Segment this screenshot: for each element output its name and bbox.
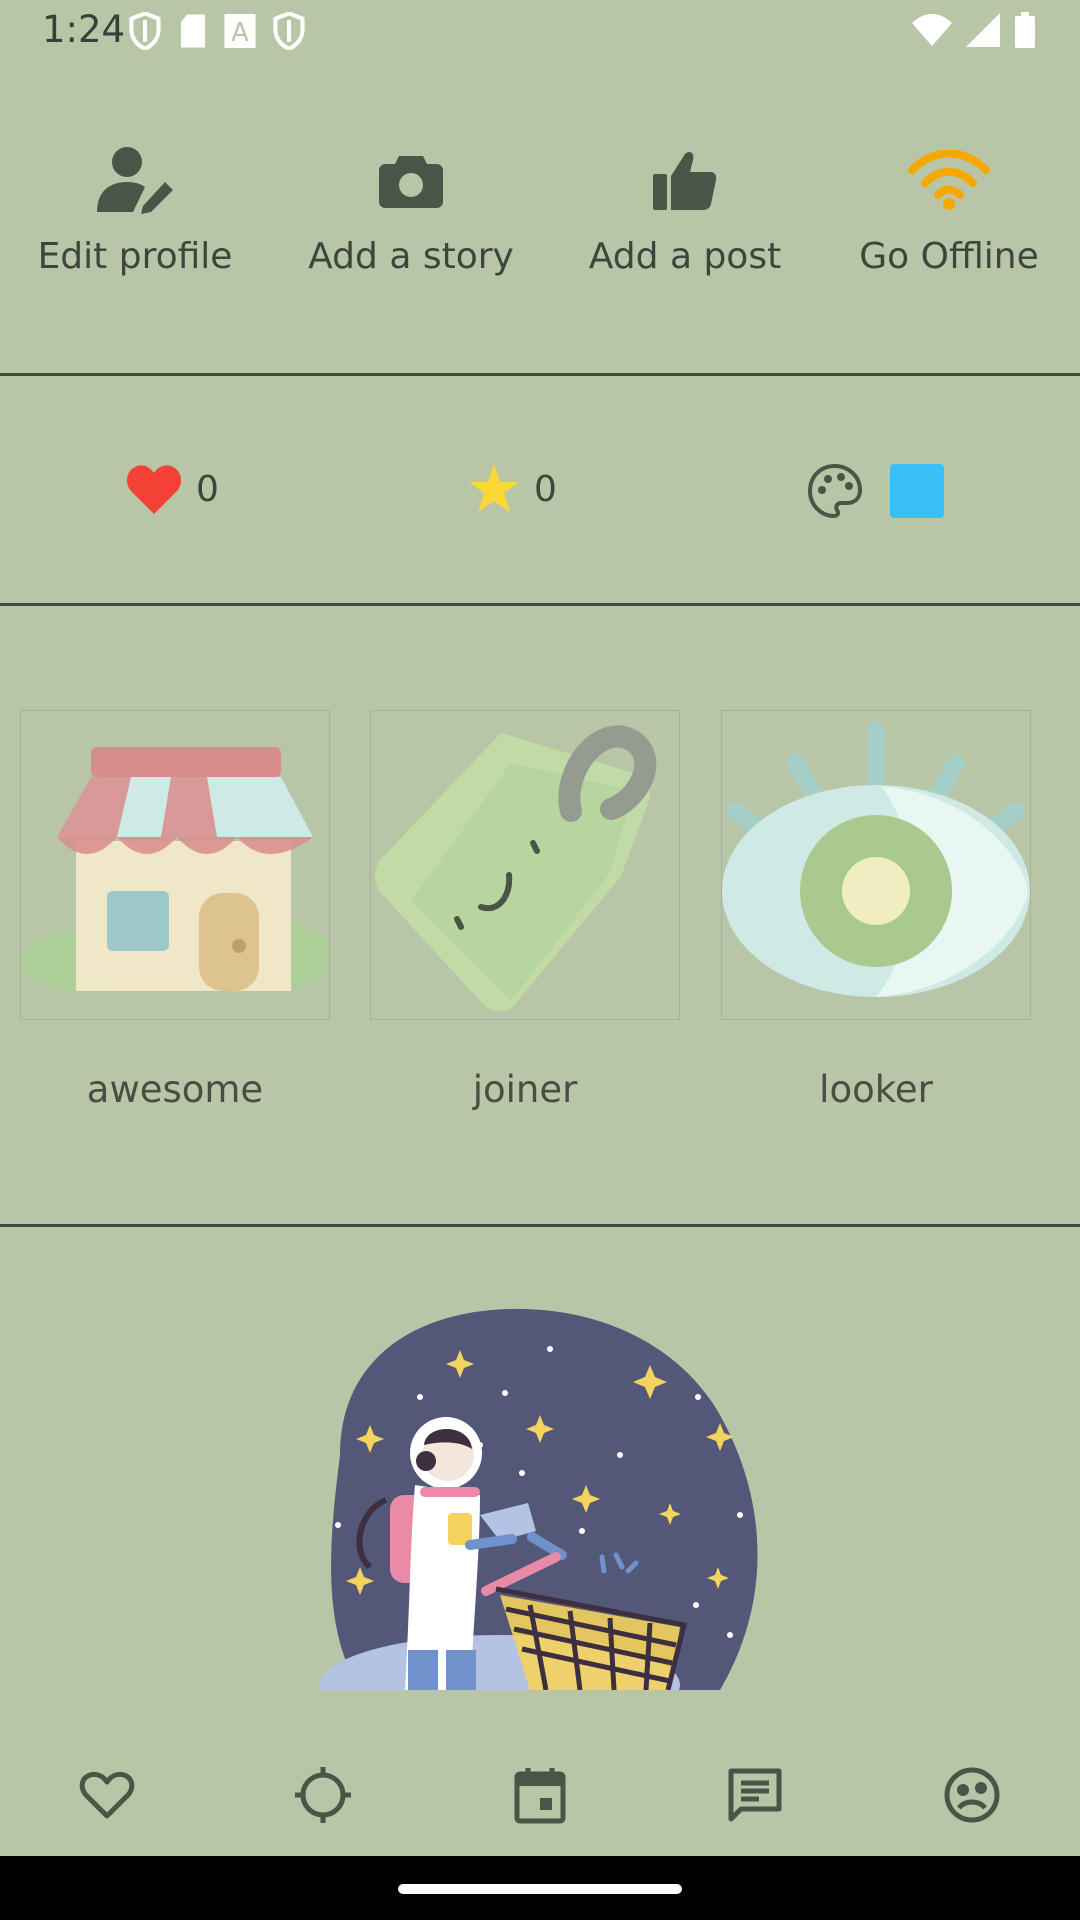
mask-icon bbox=[944, 1767, 1000, 1823]
go-offline-label: Go Offline bbox=[859, 236, 1039, 277]
badge-caption: looker bbox=[819, 1068, 933, 1111]
stars-stat[interactable]: 0 bbox=[468, 464, 557, 514]
signal-icon bbox=[966, 13, 1000, 47]
stats-row: 0 0 bbox=[0, 378, 1080, 604]
badge-looker[interactable]: looker bbox=[721, 710, 1031, 1111]
palette-icon bbox=[808, 464, 862, 518]
thumbs-up-icon bbox=[653, 152, 717, 210]
go-offline-button[interactable]: Go Offline bbox=[814, 130, 1080, 277]
status-bar: 1:24 A bbox=[0, 0, 1080, 62]
battery-icon bbox=[1015, 12, 1035, 48]
wifi-icon bbox=[908, 150, 990, 210]
sd-card-icon bbox=[181, 14, 205, 48]
camera-icon bbox=[379, 156, 443, 208]
divider bbox=[0, 373, 1080, 376]
theme-color-swatch[interactable] bbox=[890, 464, 944, 518]
eye-icon bbox=[722, 722, 1030, 997]
nav-messages[interactable] bbox=[700, 1740, 810, 1850]
badge-joiner[interactable]: joiner bbox=[370, 710, 680, 1111]
add-story-label: Add a story bbox=[308, 236, 514, 277]
heart-icon bbox=[126, 465, 182, 514]
shield-icon bbox=[129, 12, 161, 50]
nav-profile[interactable] bbox=[917, 1740, 1027, 1850]
bottom-navigation bbox=[0, 1700, 1080, 1860]
likes-stat[interactable]: 0 bbox=[126, 464, 219, 514]
tag-icon bbox=[375, 725, 657, 1012]
star-icon bbox=[469, 464, 519, 512]
theme-color-stat[interactable] bbox=[808, 464, 944, 518]
badge-awesome[interactable]: awesome bbox=[20, 710, 330, 1111]
badge-caption: joiner bbox=[472, 1068, 578, 1111]
stars-count: 0 bbox=[534, 468, 557, 510]
target-icon bbox=[295, 1767, 351, 1823]
system-gesture-bar bbox=[0, 1856, 1080, 1920]
edit-profile-label: Edit profile bbox=[37, 236, 233, 277]
add-post-button[interactable]: Add a post bbox=[550, 130, 820, 277]
status-time: 1:24 bbox=[42, 8, 126, 51]
astronaut-shopping-illustration bbox=[300, 1305, 780, 1690]
calendar-icon bbox=[514, 1768, 566, 1824]
add-story-button[interactable]: Add a story bbox=[276, 130, 546, 277]
chat-icon bbox=[728, 1768, 782, 1822]
status-icons-right bbox=[912, 12, 1036, 48]
shield-icon bbox=[273, 12, 305, 50]
add-post-label: Add a post bbox=[588, 236, 782, 277]
profile-actions: Edit profile Add a story Add a post Go O… bbox=[0, 130, 1080, 330]
divider bbox=[0, 1224, 1080, 1227]
wifi-icon bbox=[912, 14, 952, 46]
likes-count: 0 bbox=[196, 468, 219, 510]
heart-icon bbox=[79, 1771, 135, 1819]
divider bbox=[0, 603, 1080, 606]
home-gesture-pill[interactable] bbox=[398, 1884, 682, 1894]
nav-likes[interactable] bbox=[52, 1740, 162, 1850]
status-icons-left: A bbox=[128, 12, 306, 50]
nav-events[interactable] bbox=[485, 1740, 595, 1850]
shop-icon bbox=[21, 747, 329, 993]
font-a-icon: A bbox=[224, 14, 256, 48]
user-edit-icon bbox=[97, 147, 173, 214]
badge-caption: awesome bbox=[86, 1068, 264, 1111]
nav-nearby[interactable] bbox=[268, 1740, 378, 1850]
astronaut-illustration bbox=[320, 1308, 758, 1690]
svg-text:A: A bbox=[231, 18, 249, 48]
edit-profile-button[interactable]: Edit profile bbox=[0, 130, 270, 277]
